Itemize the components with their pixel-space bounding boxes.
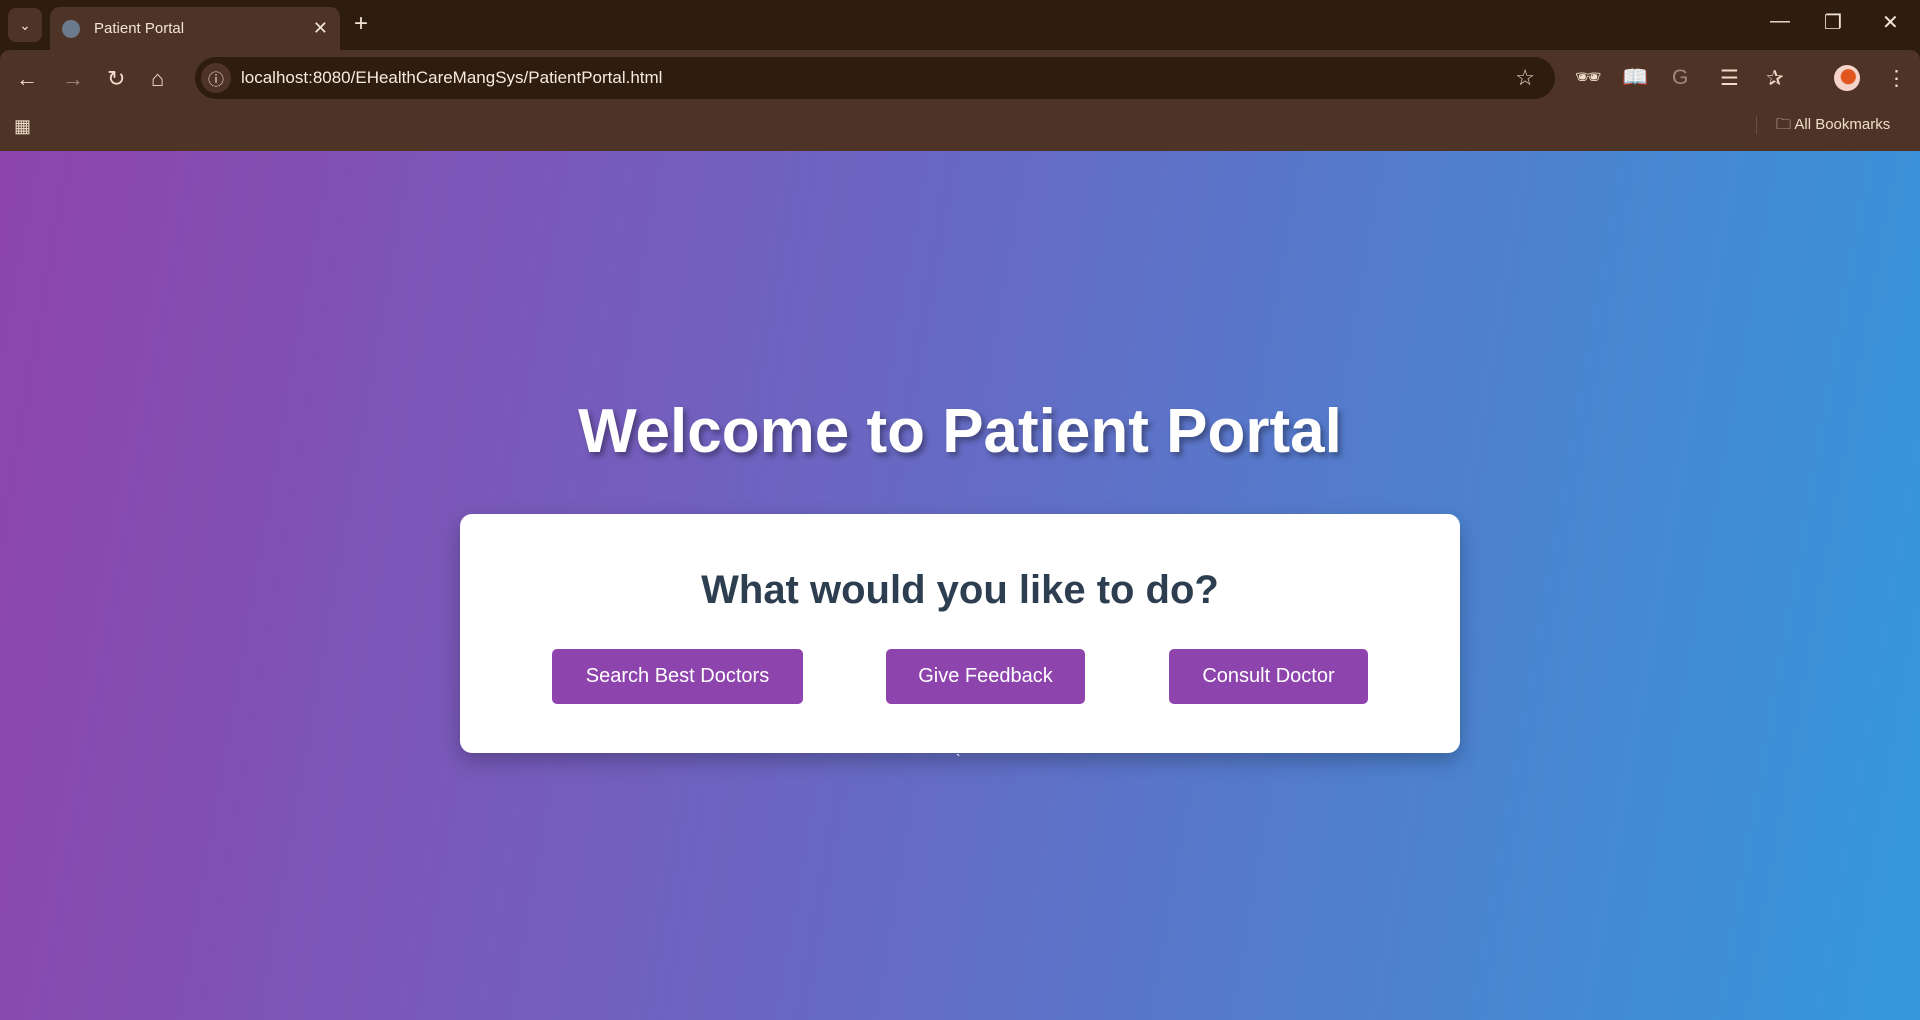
tab-search-button[interactable]: ⌄ [8,8,42,42]
globe-icon [62,19,80,38]
tab-strip: ⌄ Patient Portal ✕ + — ❐ ✕ [0,0,1920,50]
translate-icon[interactable]: G [1672,66,1688,90]
home-button[interactable]: ⌂ [151,66,164,92]
profile-avatar[interactable] [1834,65,1860,91]
actions-prompt: What would you like to do? [701,568,1219,612]
search-best-doctors-button[interactable]: Search Best Doctors [552,649,803,704]
all-bookmarks-button[interactable]: 🗀 All Bookmarks [1776,114,1890,139]
bookmarks-divider [1756,116,1757,134]
url-text[interactable]: localhost:8080/EHealthCareMangSys/Patien… [241,68,662,88]
page-title: Welcome to Patient Portal [578,397,1342,466]
close-tab-icon[interactable]: ✕ [313,18,328,39]
folder-icon: 🗀 [1776,116,1792,133]
site-info-icon[interactable]: ⓘ [201,63,231,93]
tab-title: Patient Portal [94,20,185,37]
window-close-button[interactable]: ✕ [1882,10,1899,35]
browser-toolbar: ← → ↻ ⌂ ⓘ localhost:8080/EHealthCareMang… [0,50,1920,151]
new-tab-button[interactable]: + [354,10,368,38]
all-bookmarks-label: All Bookmarks [1794,116,1891,133]
tab-patient-portal[interactable]: Patient Portal ✕ [50,7,340,50]
consult-doctor-button[interactable]: Consult Doctor [1169,649,1368,704]
page-content: Welcome to Patient Portal What would you… [0,151,1920,1020]
reader-mode-icon[interactable]: 📖 [1622,66,1648,90]
reload-button[interactable]: ↻ [107,66,125,92]
address-bar[interactable]: ⓘ localhost:8080/EHealthCareMangSys/Pati… [195,57,1555,99]
apps-icon[interactable]: ▦ [14,116,31,137]
forward-button[interactable]: → [62,66,84,92]
incognito-icon[interactable]: 🕶 [1575,66,1602,90]
actions-card: What would you like to do? Search Best D… [460,514,1460,753]
bookmark-star-icon[interactable]: ☆ [1515,65,1535,91]
reading-list-icon[interactable]: ☰ [1720,66,1739,91]
restore-button[interactable]: ❐ [1824,10,1842,35]
favorites-icon[interactable]: ✰ [1766,66,1784,91]
give-feedback-button[interactable]: Give Feedback [886,649,1085,704]
minimize-button[interactable]: — [1770,10,1790,33]
back-button[interactable]: ← [16,66,38,92]
stray-text: ` [956,751,961,767]
more-menu-icon[interactable]: ⋮ [1886,66,1907,91]
